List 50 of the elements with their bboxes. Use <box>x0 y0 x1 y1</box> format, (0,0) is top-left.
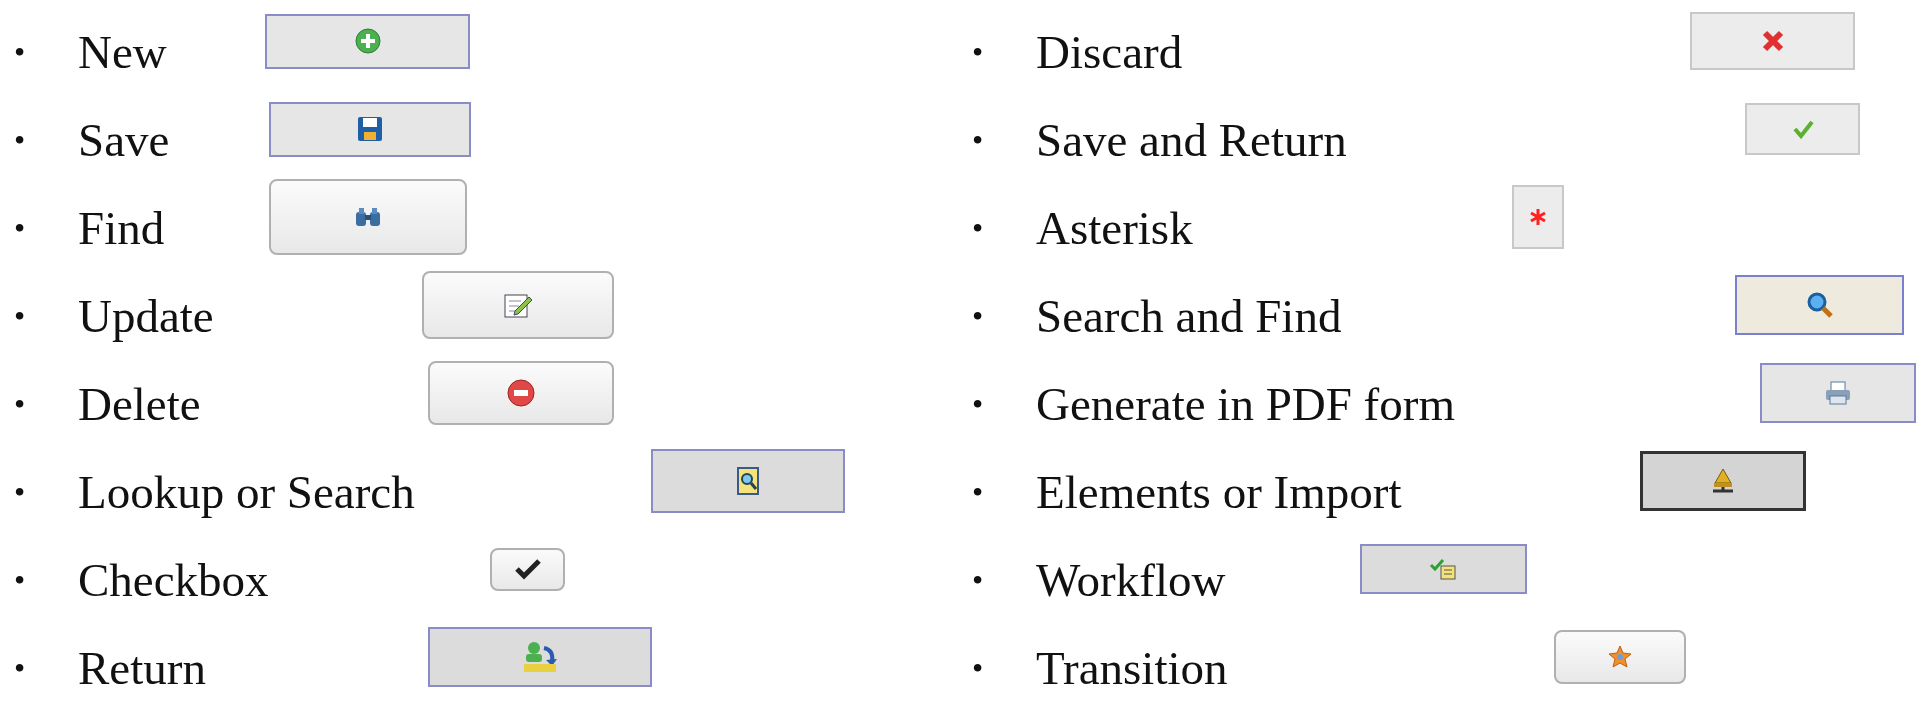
star-icon <box>1608 645 1632 669</box>
bell-icon <box>1710 467 1736 495</box>
asterisk-icon <box>1529 208 1547 226</box>
close-icon <box>1760 29 1785 53</box>
checkmark-icon <box>513 558 542 580</box>
item-label: Find <box>78 201 165 255</box>
item-label: New <box>78 25 167 79</box>
notepad-pencil-icon <box>503 291 533 319</box>
bullet: • <box>14 561 27 599</box>
item-label: Search and Find <box>1036 289 1342 343</box>
bullet: • <box>972 209 985 247</box>
printer-icon <box>1824 380 1852 406</box>
bullet: • <box>14 385 27 423</box>
document-magnifier-icon <box>736 466 760 496</box>
toolbar-button[interactable] <box>269 101 471 157</box>
bullet: • <box>972 33 985 71</box>
item-label: Discard <box>1036 25 1183 79</box>
toolbar-button[interactable] <box>490 547 565 591</box>
item-label: Return <box>78 641 206 695</box>
search-icon <box>1805 291 1834 319</box>
bullet: • <box>972 561 985 599</box>
item-label: Checkbox <box>78 553 269 607</box>
toolbar-button[interactable] <box>1640 451 1806 511</box>
bullet: • <box>14 473 27 511</box>
item-label: Lookup or Search <box>78 465 415 519</box>
bullet: • <box>14 209 27 247</box>
item-label: Transition <box>1036 641 1228 695</box>
bullet: • <box>972 297 985 335</box>
document-check-icon <box>1428 557 1459 581</box>
bullet: • <box>14 297 27 335</box>
item-label: Workflow <box>1036 553 1226 607</box>
bullet: • <box>14 33 27 71</box>
item-label: Asterisk <box>1036 201 1193 255</box>
bullet: • <box>972 121 985 159</box>
minus-circle-icon <box>507 379 535 407</box>
item-label: Save <box>78 113 170 167</box>
bullet: • <box>14 649 27 687</box>
binoculars-icon <box>354 206 382 228</box>
bullet: • <box>972 473 985 511</box>
item-label: Generate in PDF form <box>1036 377 1455 431</box>
item-label: Save and Return <box>1036 113 1347 167</box>
bullet: • <box>14 121 27 159</box>
item-label: Delete <box>78 377 201 431</box>
bullet: • <box>972 385 985 423</box>
plus-icon <box>354 28 381 54</box>
person-arrow-icon <box>522 640 558 674</box>
bullet: • <box>972 649 985 687</box>
item-label: Elements or Import <box>1036 465 1402 519</box>
item-label: Update <box>78 289 214 343</box>
checkmark-icon <box>1791 119 1814 139</box>
